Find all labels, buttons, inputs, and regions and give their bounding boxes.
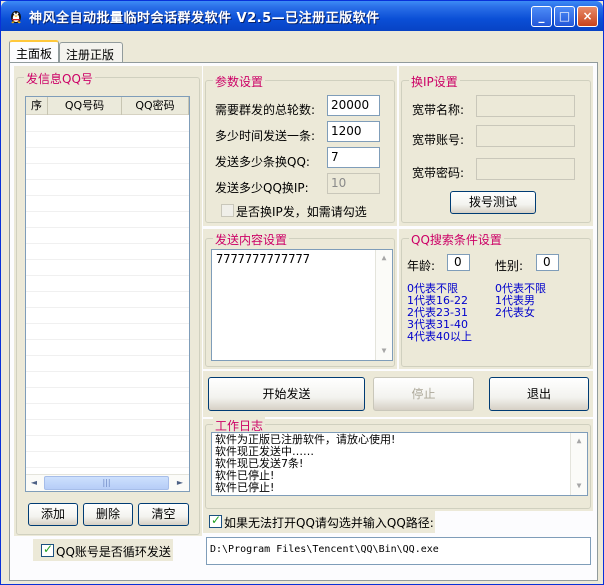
switch-qq-input[interactable]: 7 (327, 147, 380, 168)
age-input[interactable]: 0 (447, 254, 470, 271)
broadband-name-label: 宽带名称: (412, 103, 465, 117)
table-row (26, 212, 189, 228)
window-title: 神风全自动批量临时会话群发软件 V2.5—已注册正版软件 (29, 11, 380, 26)
exit-button[interactable]: 退出 (489, 377, 589, 411)
message-content-text: 7777777777777 (216, 252, 310, 266)
table-row (26, 228, 189, 244)
table-row (26, 340, 189, 356)
column-header-index[interactable]: 序 (26, 97, 48, 115)
stop-button[interactable]: 停止 (373, 377, 474, 411)
interval-input[interactable]: 1200 (327, 121, 380, 142)
total-rounds-label: 需要群发的总轮数: (215, 103, 316, 117)
broadband-password-label: 宽带密码: (412, 166, 465, 180)
minimize-icon: _ (538, 9, 545, 23)
qq-account-list[interactable]: 序 QQ号码 QQ密码 ◄ ||| ► (25, 96, 190, 492)
table-row (26, 324, 189, 340)
table-row (26, 180, 189, 196)
table-row (26, 404, 189, 420)
table-row (26, 452, 189, 468)
dial-test-button[interactable]: 拨号测试 (450, 191, 536, 214)
maximize-icon: □ (558, 9, 571, 23)
title-bar[interactable]: 神风全自动批量临时会话群发软件 V2.5—已注册正版软件 _ □ × (1, 1, 603, 31)
column-header-qq-password[interactable]: QQ密码 (122, 97, 189, 115)
qq-list-title: 发信息QQ号 (24, 70, 95, 87)
close-button[interactable]: × (577, 6, 598, 27)
switch-qq-label: 发送多少条换QQ: (215, 155, 310, 169)
checkmark-icon: ✓ (43, 542, 54, 556)
interval-label: 多少时间发送一条: (215, 129, 316, 143)
main-panel: 发信息QQ号 序 QQ号码 QQ密码 ◄ ||| ► 添加 删除 清空 ✓ QQ… (9, 62, 598, 581)
penguin-icon (11, 11, 21, 24)
column-header-qq-number[interactable]: QQ号码 (48, 97, 122, 115)
broadband-account-label: 宽带账号: (412, 133, 465, 147)
loop-send-checkbox[interactable]: ✓ (41, 542, 54, 557)
scroll-up-icon[interactable]: ▲ (376, 250, 392, 266)
table-row (26, 420, 189, 436)
scroll-down-icon[interactable]: ▼ (571, 478, 587, 494)
qq-path-input[interactable]: D:\Program Files\Tencent\QQ\Bin\QQ.exe (206, 537, 591, 565)
checkmark-icon: ✓ (211, 513, 222, 527)
gender-input[interactable]: 0 (536, 254, 559, 271)
grip-icon: ||| (102, 478, 111, 487)
broadband-name-input[interactable] (476, 95, 575, 117)
table-row (26, 164, 189, 180)
table-row (26, 372, 189, 388)
scroll-right-icon[interactable]: ► (172, 475, 188, 491)
table-row (26, 276, 189, 292)
scroll-up-icon[interactable]: ▲ (571, 433, 587, 449)
table-row (26, 356, 189, 372)
scrollbar-thumb[interactable]: ||| (44, 476, 169, 490)
tab-main-panel[interactable]: 主面板 (9, 40, 59, 64)
loop-send-label: QQ账号是否循环发送 (56, 545, 171, 559)
add-button[interactable]: 添加 (28, 503, 78, 526)
table-row (26, 244, 189, 260)
table-row (26, 132, 189, 148)
switch-ip-checkbox-label: 是否换IP发，如需请勾选 (236, 205, 367, 219)
switch-ip-label: 发送多少QQ换IP: (215, 181, 309, 195)
gender-label: 性别: (495, 259, 524, 273)
delete-button[interactable]: 删除 (83, 503, 133, 526)
maximize-button[interactable]: □ (554, 6, 575, 27)
table-row (26, 308, 189, 324)
table-row (26, 388, 189, 404)
table-row (26, 292, 189, 308)
list-header: 序 QQ号码 QQ密码 (26, 97, 189, 115)
scroll-left-icon[interactable]: ◄ (26, 475, 42, 491)
tab-label: 主面板 (16, 47, 53, 61)
minimize-button[interactable]: _ (531, 6, 552, 27)
close-icon: × (582, 9, 593, 23)
log-vertical-scrollbar[interactable]: ▲ ▼ (570, 433, 587, 495)
qq-path-checkbox[interactable]: ✓ (209, 513, 222, 528)
gender-legend-line: 2代表女 (495, 306, 535, 319)
table-row (26, 436, 189, 452)
list-horizontal-scrollbar[interactable]: ◄ ||| ► (26, 474, 189, 491)
total-rounds-input[interactable]: 20000 (327, 95, 380, 116)
tab-label: 注册正版 (66, 48, 115, 62)
log-line: 软件已停止! (215, 481, 275, 494)
table-row (26, 260, 189, 276)
tab-register[interactable]: 注册正版 (59, 42, 123, 63)
age-legend-line: 4代表40以上 (407, 330, 472, 343)
switch-ip-checkbox[interactable] (221, 204, 234, 217)
content-vertical-scrollbar[interactable]: ▲ ▼ (375, 250, 392, 360)
main-window: 神风全自动批量临时会话群发软件 V2.5—已注册正版软件 _ □ × 主面板 注… (0, 0, 604, 585)
broadband-account-input[interactable] (476, 125, 575, 147)
switch-ip-input[interactable]: 10 (327, 173, 380, 194)
params-title: 参数设置 (213, 73, 266, 90)
message-content-textarea[interactable]: 7777777777777 ▲ ▼ (211, 249, 393, 361)
clear-button[interactable]: 清空 (138, 503, 189, 526)
table-row (26, 116, 189, 132)
qq-search-title: QQ搜索条件设置 (409, 231, 504, 248)
start-send-button[interactable]: 开始发送 (208, 377, 365, 411)
qq-path-checkbox-label: 如果无法打开QQ请勾选并输入QQ路径: (224, 516, 434, 530)
scroll-down-icon[interactable]: ▼ (376, 343, 392, 359)
ip-settings-title: 换IP设置 (409, 73, 460, 90)
broadband-password-input[interactable] (476, 158, 575, 180)
table-row (26, 196, 189, 212)
table-row (26, 148, 189, 164)
age-label: 年龄: (407, 259, 436, 273)
content-title: 发送内容设置 (213, 231, 290, 248)
work-log-textarea[interactable]: 软件为正版已注册软件，请放心使用! 软件现正发送中…… 软件现已发送7条! 软件… (211, 432, 588, 496)
